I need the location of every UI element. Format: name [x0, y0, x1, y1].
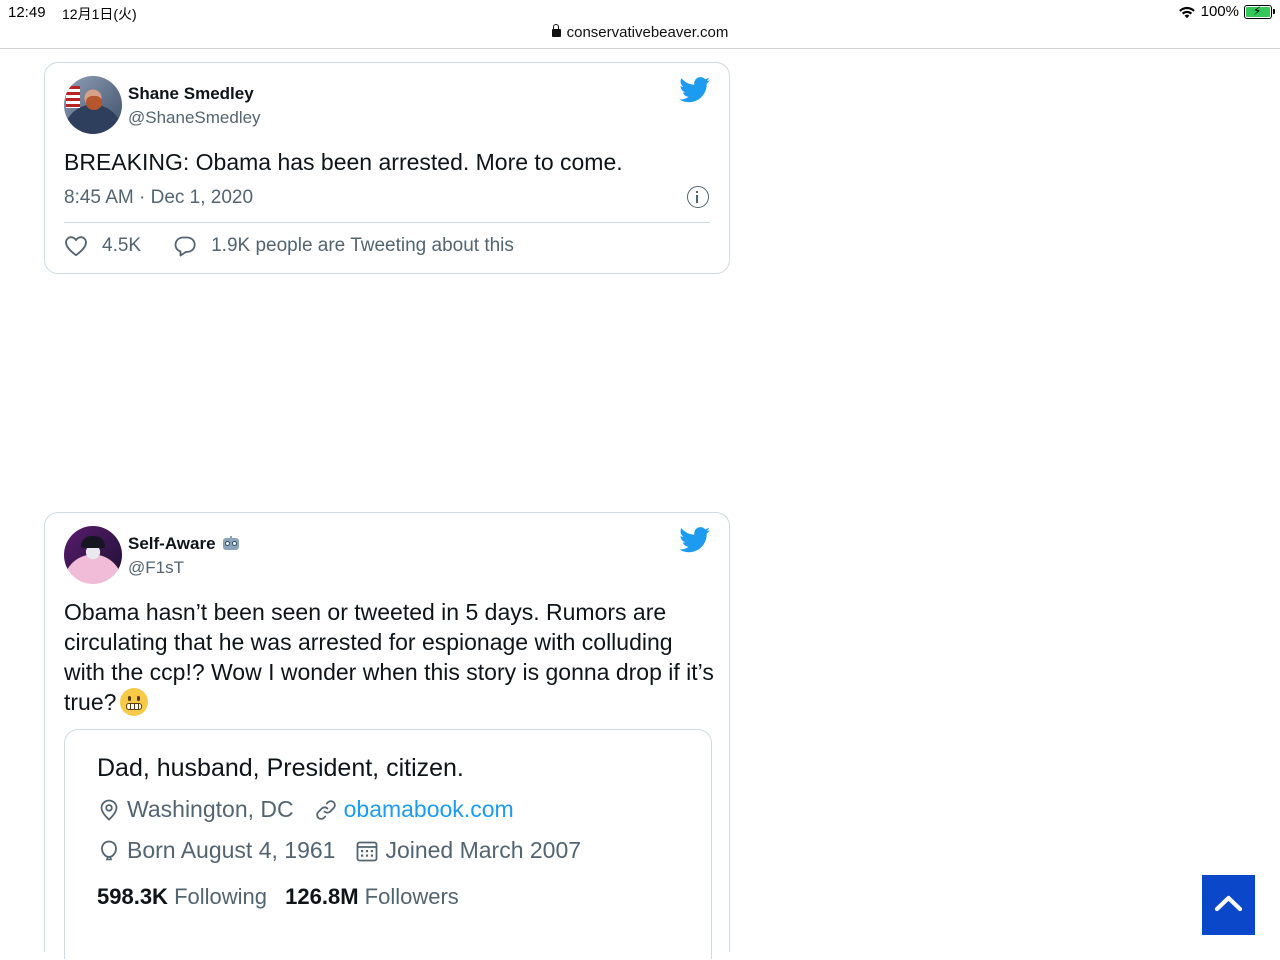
- chevron-up-icon: [1214, 895, 1243, 912]
- robot-emoji: [222, 536, 240, 552]
- tweet-timestamp[interactable]: 8:45 AM · Dec 1, 2020: [64, 187, 253, 209]
- reply-button[interactable]: 1.9K people are Tweeting about this: [173, 235, 514, 257]
- tweet-text: Obama hasn’t been seen or tweeted in 5 d…: [64, 599, 714, 716]
- link-icon: [315, 799, 336, 820]
- tweet-actions: 4.5K 1.9K people are Tweeting about this: [64, 235, 514, 257]
- scroll-to-top-button[interactable]: [1202, 875, 1255, 935]
- like-count: 4.5K: [102, 235, 142, 256]
- info-icon[interactable]: [687, 186, 709, 208]
- tweet-author-name[interactable]: Shane Smedley: [128, 84, 254, 104]
- battery-charging-icon: ⚡: [1244, 4, 1275, 19]
- status-indicators: 100% ⚡: [1178, 3, 1275, 20]
- website-link[interactable]: obamabook.com: [344, 796, 514, 823]
- status-date: 12月1日(火): [62, 6, 137, 22]
- profile-bio: Dad, husband, President, citizen.: [97, 754, 464, 782]
- lock-icon: [551, 24, 561, 37]
- tweet-text: BREAKING: Obama has been arrested. More …: [64, 149, 623, 175]
- following-link[interactable]: 598.3K Following: [97, 884, 267, 909]
- calendar-icon: [357, 841, 378, 861]
- tweet-author-handle[interactable]: @ShaneSmedley: [128, 108, 261, 128]
- profile-joined: Joined March 2007: [355, 837, 581, 864]
- tweet-author-name[interactable]: Self-Aware: [128, 534, 240, 554]
- embedded-tweet[interactable]: Self-Aware @F1sT Obama hasn’t been seen …: [44, 512, 730, 959]
- wifi-icon: [1178, 6, 1195, 18]
- followers-link[interactable]: 126.8M Followers: [285, 884, 459, 909]
- location-pin-icon: [100, 799, 118, 821]
- avatar[interactable]: [64, 76, 122, 134]
- tweet-author-handle[interactable]: @F1sT: [128, 558, 184, 578]
- embedded-profile-card[interactable]: Dad, husband, President, citizen. Washin…: [64, 729, 712, 959]
- reply-bubble-icon: [174, 236, 196, 257]
- balloon-icon: [101, 840, 117, 860]
- embedded-tweet[interactable]: Shane Smedley @ShaneSmedley BREAKING: Ob…: [44, 62, 730, 274]
- profile-website[interactable]: obamabook.com: [314, 796, 514, 823]
- heart-icon: [65, 236, 87, 257]
- profile-birthday: Born August 4, 1961: [97, 837, 335, 864]
- avatar[interactable]: [64, 526, 122, 584]
- profile-meta-row: Washington, DC obamabook.com: [97, 796, 514, 823]
- divider: [64, 222, 710, 223]
- status-bar: 12:49 12月1日(火) 100% ⚡: [0, 0, 1280, 24]
- battery-percent: 100%: [1200, 3, 1239, 20]
- address-bar[interactable]: conservativebeaver.com: [0, 22, 1280, 49]
- tweeting-about-text: 1.9K people are Tweeting about this: [211, 235, 514, 256]
- profile-meta-row: Born August 4, 1961 Joined March 2007: [97, 837, 581, 864]
- twitter-bird-icon[interactable]: [679, 77, 711, 103]
- profile-counts: 598.3K Following 126.8M Followers: [97, 884, 459, 910]
- profile-location: Washington, DC: [97, 796, 294, 823]
- twitter-bird-icon[interactable]: [679, 527, 711, 553]
- grimacing-face-emoji: [120, 688, 149, 716]
- status-time: 12:49: [8, 4, 46, 21]
- like-button[interactable]: 4.5K: [64, 235, 141, 257]
- url-text[interactable]: conservativebeaver.com: [567, 24, 729, 41]
